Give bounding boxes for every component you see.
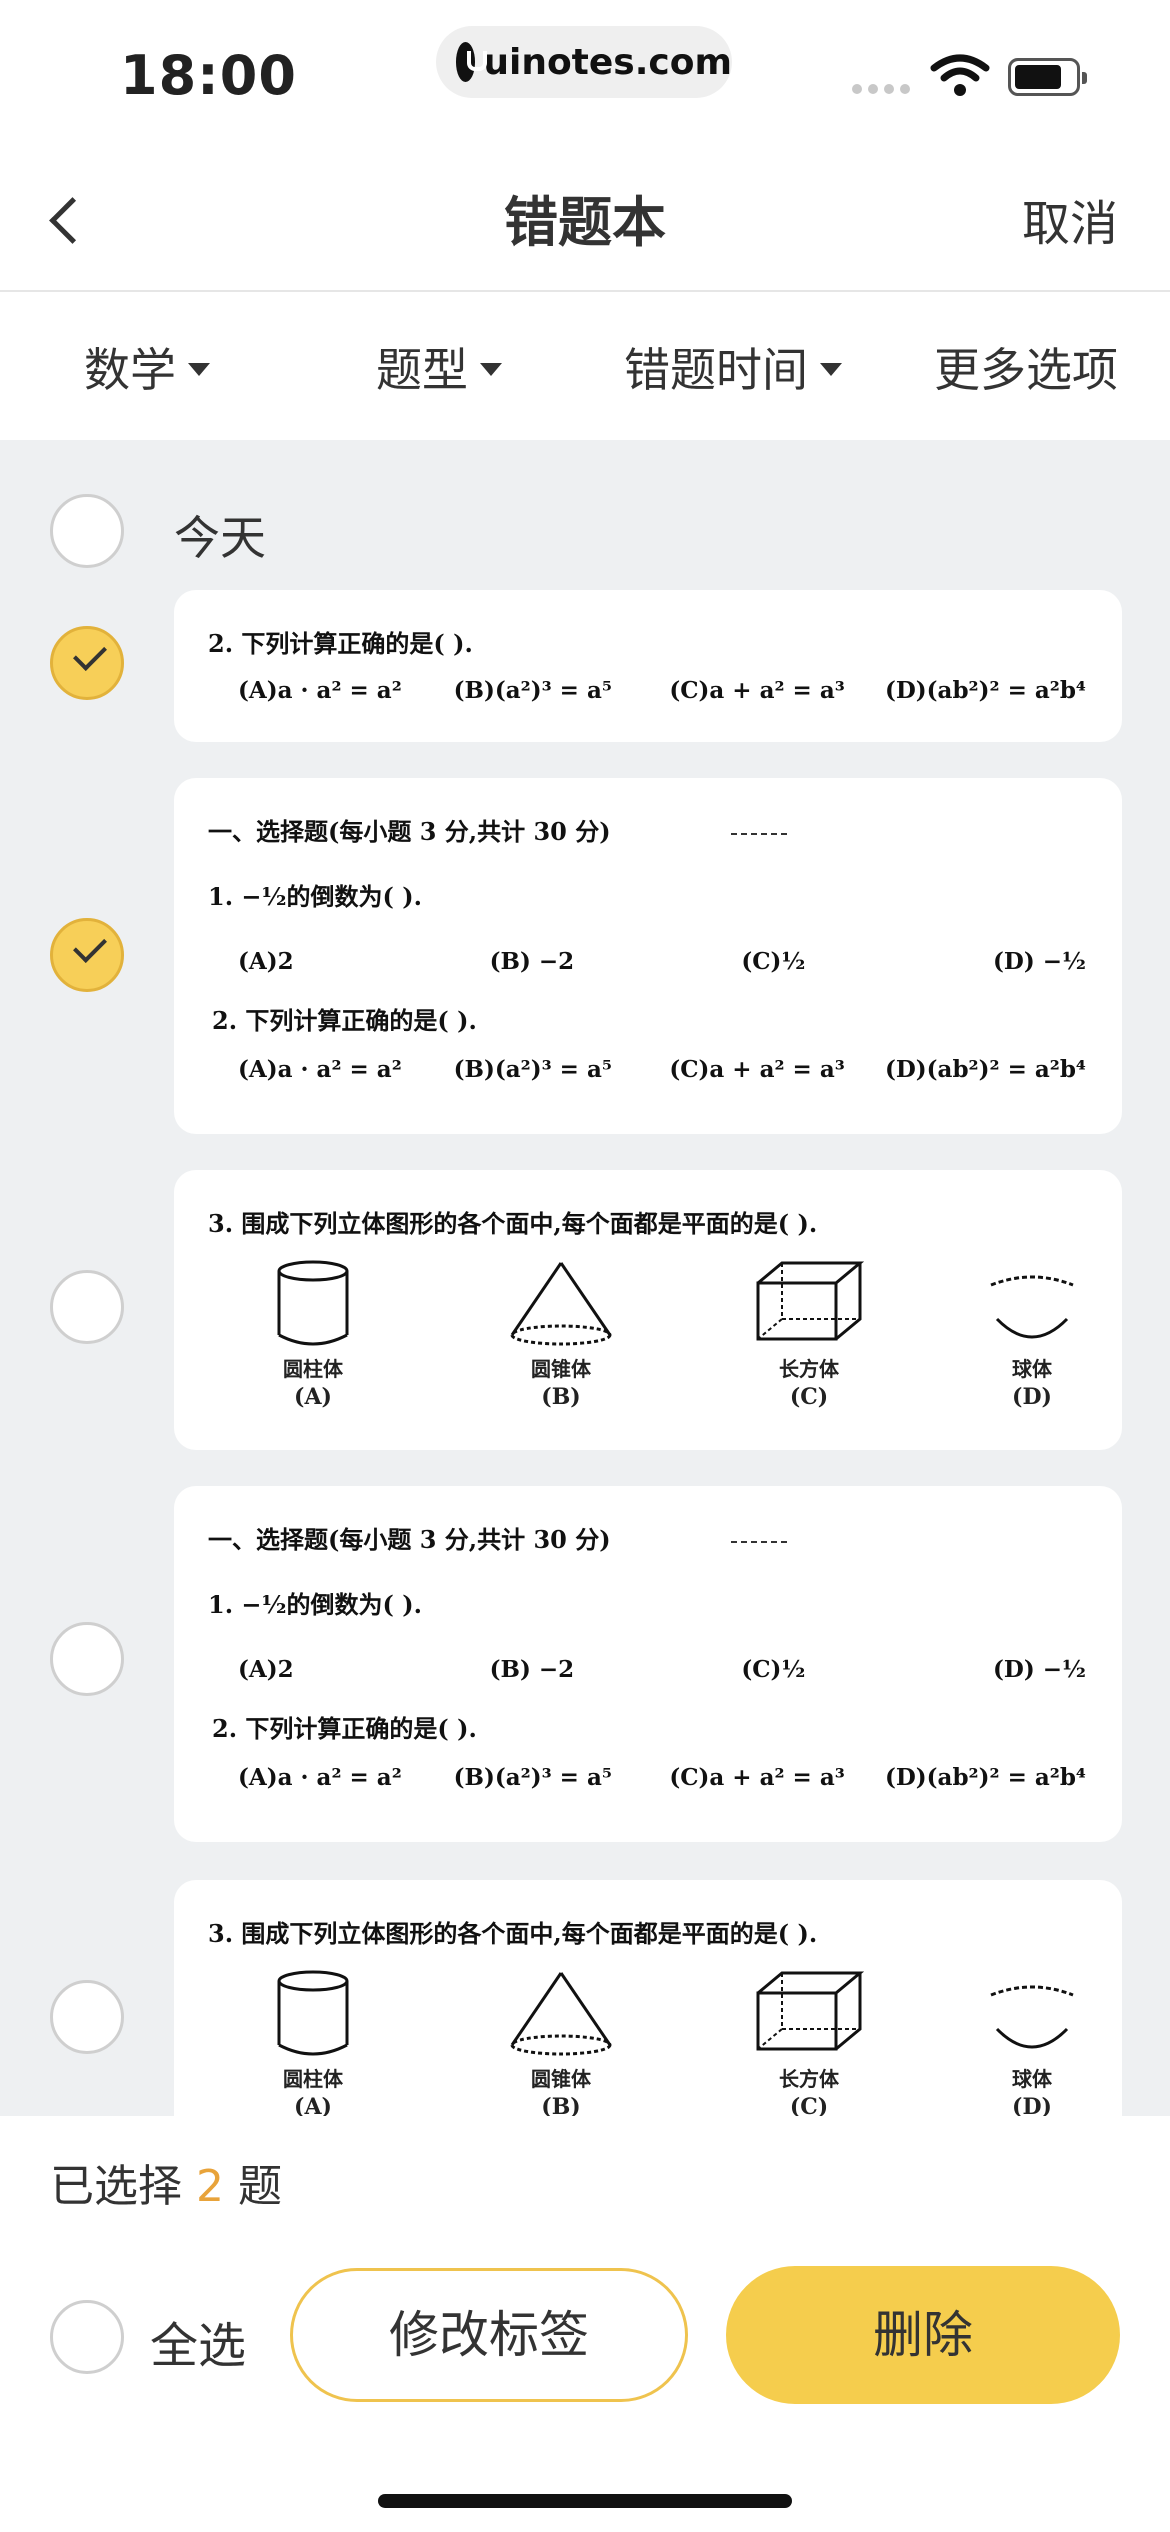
option-a: (A)a · a² = a²	[238, 1056, 402, 1083]
option-d: (D)(ab²)² = a²b⁴	[884, 1764, 1086, 1791]
cone-figure: 圆锥体 (B)	[486, 1259, 636, 1410]
filter-question-type[interactable]: 题型	[376, 334, 502, 400]
url-text: uinotes.com	[483, 41, 732, 83]
option-b: (B) −2	[489, 948, 575, 975]
section-heading: 一、选择题(每小题 3 分,共计 30 分)	[208, 812, 1088, 847]
filter-more-options-label: 更多选项	[934, 343, 1118, 397]
question-list[interactable]: 今天 2. 下列计算正确的是( ). (A)a · a² = a² (B)(a²…	[0, 440, 1170, 2116]
cuboid-figure: 长方体 (C)	[734, 1969, 884, 2116]
item-checkbox-1[interactable]	[50, 626, 124, 700]
option-row: (A)2 (B) −2 (C)½ (D) −½	[208, 948, 1088, 975]
question-card-3[interactable]: 3. 围成下列立体图形的各个面中,每个面都是平面的是( ). 圆柱体 (A) 圆…	[174, 1170, 1122, 1450]
shape-figures: 圆柱体 (A) 圆锥体 (B) 长方体 (C) 球体 (D)	[208, 1969, 1088, 2116]
option-a: (A)a · a² = a²	[238, 1764, 402, 1791]
option-b: (B)(a²)³ = a⁵	[453, 677, 612, 704]
question-text: 1. −½的倒数为( ).	[208, 1590, 422, 1619]
caret-down-icon	[188, 362, 210, 376]
option-a: (A)a · a² = a²	[238, 677, 402, 704]
question-card-2[interactable]: 一、选择题(每小题 3 分,共计 30 分) 1. −½的倒数为( ). (A)…	[174, 778, 1122, 1134]
option-c: (C)a + a² = a³	[669, 1764, 845, 1791]
option-d: (D) −½	[993, 948, 1086, 975]
wifi-icon	[930, 54, 990, 96]
question-text: 2. 下列计算正确的是( ).	[212, 1714, 477, 1743]
status-time: 18:00	[120, 44, 297, 107]
bottom-action-panel: 已选择 2 题 全选 修改标签 删除	[0, 2116, 1170, 2532]
question-text: 2. 下列计算正确的是( ).	[212, 1006, 477, 1035]
cone-figure: 圆锥体 (B)	[486, 1969, 636, 2116]
option-c: (C)a + a² = a³	[669, 677, 845, 704]
delete-button[interactable]: 删除	[726, 2266, 1120, 2404]
selected-count: 2	[196, 2161, 224, 2212]
battery-icon	[1008, 58, 1087, 96]
question-card-1[interactable]: 2. 下列计算正确的是( ). (A)a · a² = a² (B)(a²)³ …	[174, 590, 1122, 742]
option-a: (A)2	[238, 948, 294, 975]
question-card-4[interactable]: 一、选择题(每小题 3 分,共计 30 分) 1. −½的倒数为( ). (A)…	[174, 1486, 1122, 1842]
select-all-label[interactable]: 全选	[150, 2306, 246, 2376]
cellular-signal-icon	[852, 84, 910, 94]
option-row: (A)a · a² = a² (B)(a²)³ = a⁵ (C)a + a² =…	[208, 677, 1088, 704]
cancel-button[interactable]: 取消	[1022, 184, 1118, 254]
option-c: (C)½	[741, 948, 806, 975]
option-b: (B)(a²)³ = a⁵	[453, 1056, 612, 1083]
option-d: (D)(ab²)² = a²b⁴	[884, 677, 1086, 704]
item-checkbox-5[interactable]	[50, 1980, 124, 2054]
question-text: 2. 下列计算正确的是( ).	[208, 629, 473, 658]
group-label-today: 今天	[174, 511, 266, 565]
option-c: (C)½	[741, 1656, 806, 1683]
filter-error-time[interactable]: 错题时间	[624, 334, 842, 400]
option-b: (B) −2	[489, 1656, 575, 1683]
edit-tag-button[interactable]: 修改标签	[290, 2268, 688, 2402]
group-today-checkbox[interactable]	[50, 494, 124, 568]
option-row: (A)a · a² = a² (B)(a²)³ = a⁵ (C)a + a² =…	[208, 1056, 1088, 1083]
sphere-figure: 球体 (D)	[982, 1969, 1082, 2116]
filter-subject-label: 数学	[84, 343, 176, 397]
filter-question-type-label: 题型	[376, 343, 468, 397]
option-b: (B)(a²)³ = a⁵	[453, 1764, 612, 1791]
home-indicator	[378, 2494, 792, 2508]
option-d: (D)(ab²)² = a²b⁴	[884, 1056, 1086, 1083]
cylinder-figure: 圆柱体 (A)	[238, 1969, 388, 2116]
selected-count-text: 已选择 2 题	[50, 2150, 282, 2214]
page-title: 错题本	[504, 191, 666, 254]
item-checkbox-4[interactable]	[50, 1622, 124, 1696]
question-text: 3. 围成下列立体图形的各个面中,每个面都是平面的是( ).	[208, 1209, 818, 1238]
sphere-figure: 球体 (D)	[982, 1259, 1082, 1410]
filter-bar: 数学 题型 错题时间 更多选项	[0, 294, 1170, 440]
option-row: (A)a · a² = a² (B)(a²)³ = a⁵ (C)a + a² =…	[208, 1764, 1088, 1791]
filter-error-time-label: 错题时间	[624, 343, 808, 397]
site-logo-icon	[456, 42, 488, 82]
filter-subject[interactable]: 数学	[84, 334, 210, 400]
option-row: (A)2 (B) −2 (C)½ (D) −½	[208, 1656, 1088, 1683]
option-d: (D) −½	[993, 1656, 1086, 1683]
shape-figures: 圆柱体 (A) 圆锥体 (B) 长方体 (C) 球体 (D)	[208, 1259, 1088, 1410]
option-a: (A)2	[238, 1656, 294, 1683]
option-c: (C)a + a² = a³	[669, 1056, 845, 1083]
question-card-5[interactable]: 3. 围成下列立体图形的各个面中,每个面都是平面的是( ). 圆柱体 (A) 圆…	[174, 1880, 1122, 2116]
select-all-checkbox[interactable]	[50, 2300, 124, 2374]
section-heading: 一、选择题(每小题 3 分,共计 30 分)	[208, 1520, 1088, 1555]
url-pill[interactable]: uinotes.com	[436, 26, 732, 98]
item-checkbox-3[interactable]	[50, 1270, 124, 1344]
item-checkbox-2[interactable]	[50, 918, 124, 992]
nav-bar: 错题本 取消	[0, 150, 1170, 292]
filter-more-options[interactable]: 更多选项	[934, 334, 1118, 400]
caret-down-icon	[820, 362, 842, 376]
selected-suffix: 题	[238, 2161, 282, 2212]
cylinder-figure: 圆柱体 (A)	[238, 1259, 388, 1410]
question-text: 1. −½的倒数为( ).	[208, 882, 422, 911]
status-bar: 18:00 uinotes.com	[0, 0, 1170, 150]
selected-prefix: 已选择	[50, 2161, 182, 2212]
caret-down-icon	[480, 362, 502, 376]
question-text: 3. 围成下列立体图形的各个面中,每个面都是平面的是( ).	[208, 1919, 818, 1948]
cuboid-figure: 长方体 (C)	[734, 1259, 884, 1410]
